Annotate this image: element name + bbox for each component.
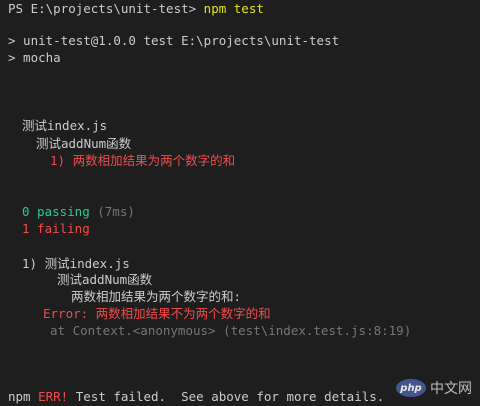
command-text: npm test [203,1,264,16]
failing-summary: 1 failing [22,221,90,236]
script-line-2: > mocha [8,50,61,65]
passing-summary: 0 passing (7ms) [22,203,135,221]
script-line-1: > unit-test@1.0.0 test E:\projects\unit-… [8,33,340,48]
passing-count: 0 passing [22,204,90,219]
php-logo-icon: php [396,379,426,397]
npm-error-line: npm ERR! Test failed. See above for more… [8,388,384,406]
watermark-text: 中文网 [430,381,472,397]
failure-detail-subsuite: 测试addNum函数 [57,272,153,287]
passing-time: (7ms) [89,204,135,219]
npm-prefix: npm [8,389,39,404]
watermark-logo: php 中文网 [396,378,472,398]
terminal-window[interactable]: PS E:\projects\unit-test> npm test > uni… [0,0,480,406]
prompt-path: PS E:\projects\unit-test> [8,1,204,16]
npm-error-message: Test failed. See above for more details. [68,389,385,404]
suite-title: 测试index.js [22,118,108,133]
failure-detail-case: 两数相加结果为两个数字的和: [71,289,242,304]
subsuite-title: 测试addNum函数 [36,136,132,151]
failed-test-case: 1) 两数相加结果为两个数字的和 [50,153,236,168]
npm-err-label: ERR! [38,389,69,404]
prompt-line: PS E:\projects\unit-test> npm test [8,0,264,18]
stack-trace: at Context.<anonymous> (test\index.test.… [50,323,412,338]
error-message: Error: 两数相加结果不为两个数字的和 [43,306,271,321]
